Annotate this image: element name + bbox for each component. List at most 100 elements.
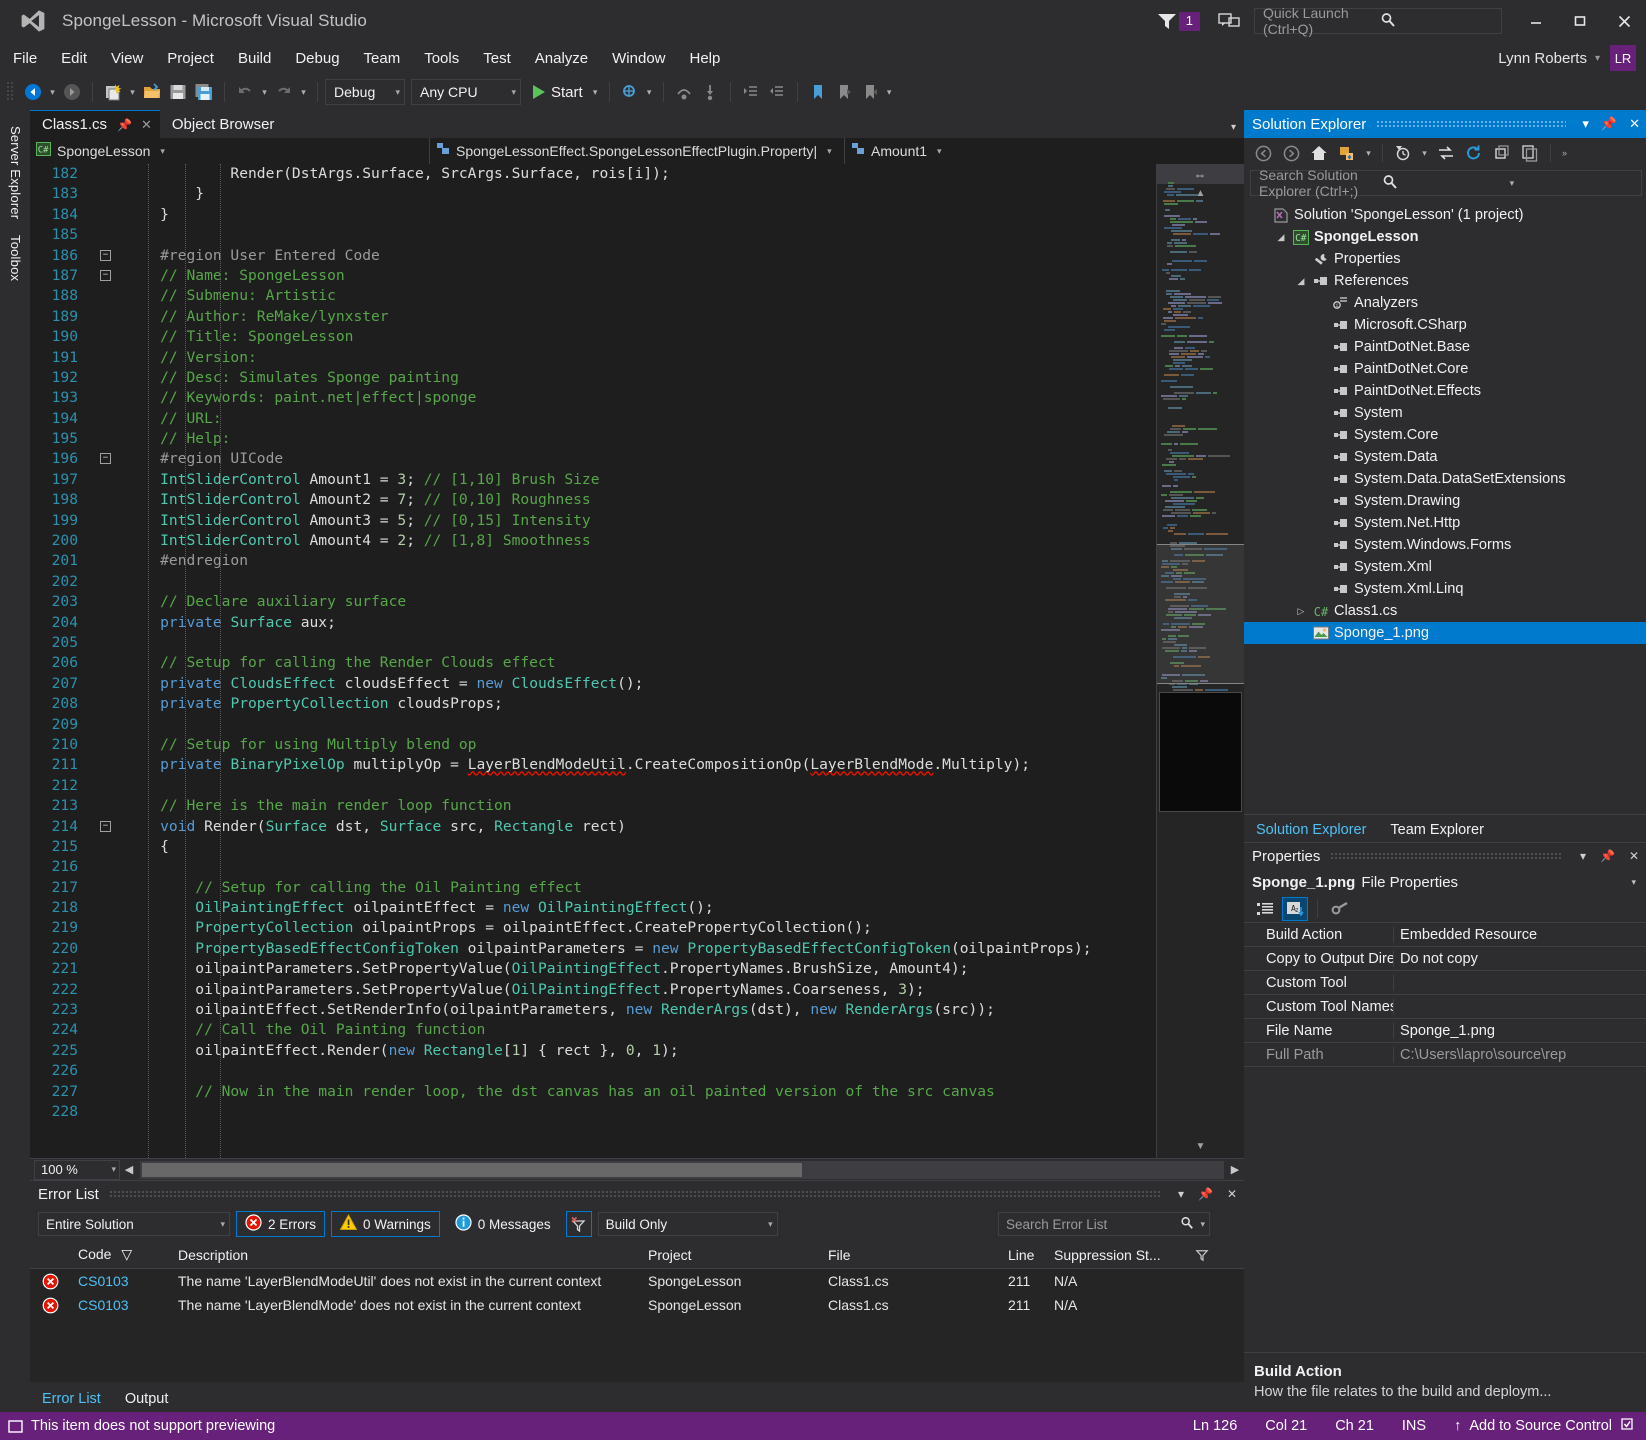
chevron-down-icon[interactable]: ▾ [1573, 849, 1593, 863]
menu-team[interactable]: Team [353, 46, 412, 71]
sort-descending-icon[interactable]: ▽ [115, 1246, 132, 1262]
code-line[interactable]: 191 // Version: [30, 348, 1156, 368]
code-line[interactable]: 222 oilpaintParameters.SetPropertyValue(… [30, 980, 1156, 1000]
configuration-selector[interactable]: Debug ▾ [325, 79, 405, 105]
tab-solution-explorer[interactable]: Solution Explorer [1244, 818, 1378, 842]
code-line[interactable]: 184 } [30, 205, 1156, 225]
col-header-description[interactable]: Description [170, 1247, 640, 1263]
editor-tab-object-browser[interactable]: Object Browser [160, 110, 283, 138]
refresh-icon[interactable] [1461, 141, 1487, 165]
menu-test[interactable]: Test [472, 46, 522, 71]
scroll-left-arrow-icon[interactable]: ◀ [120, 1163, 138, 1176]
navigate-back-icon[interactable] [20, 79, 46, 105]
menu-help[interactable]: Help [679, 46, 732, 71]
redo-icon[interactable] [271, 79, 297, 105]
solution-tree-item[interactable]: Sponge_1.png [1244, 622, 1646, 644]
tab-error-list[interactable]: Error List [30, 1386, 113, 1412]
source-control-area[interactable]: ↑ Add to Source Control [1454, 1417, 1646, 1435]
messages-toggle-button[interactable]: 0 Messages [446, 1211, 560, 1237]
collapse-all-icon[interactable] [1489, 141, 1515, 165]
scroll-down-arrow-icon[interactable]: ▼ [1196, 1141, 1206, 1152]
maximize-button[interactable] [1558, 0, 1602, 42]
code-line[interactable]: 223 oilpaintEffect.SetRenderInfo(oilpain… [30, 1000, 1156, 1020]
code-line[interactable]: 183 } [30, 184, 1156, 204]
property-value[interactable]: Embedded Resource [1394, 927, 1646, 943]
solution-tree-item[interactable]: i Analyzers [1244, 292, 1646, 314]
solution-tree-item[interactable]: PaintDotNet.Effects [1244, 380, 1646, 402]
collapse-region-icon[interactable]: − [100, 249, 111, 261]
solution-tree-item[interactable]: System.Data.DataSetExtensions [1244, 468, 1646, 490]
editor-tab-class1[interactable]: Class1.cs 📌 ✕ [30, 110, 160, 138]
open-file-icon[interactable] [139, 79, 165, 105]
scroll-right-arrow-icon[interactable]: ▶ [1226, 1163, 1244, 1176]
step-into-icon[interactable] [697, 79, 723, 105]
property-row[interactable]: Custom Tool Namesp [1244, 995, 1646, 1019]
code-line[interactable]: 215 { [30, 837, 1156, 857]
code-line[interactable]: 185 [30, 225, 1156, 245]
search-dropdown-icon[interactable]: ▾ [1506, 178, 1637, 189]
solution-tree-item[interactable]: System.Xml.Linq [1244, 578, 1646, 600]
chevron-down-icon[interactable]: ▾ [1595, 53, 1600, 64]
quick-launch-input[interactable]: Quick Launch (Ctrl+Q) [1254, 5, 1502, 37]
errors-toggle-button[interactable]: 2 Errors [236, 1211, 326, 1237]
chevron-down-icon[interactable]: ▾ [758, 1219, 773, 1230]
filter-dropdown-icon[interactable]: ▾ [1362, 140, 1375, 166]
toolbar-grip[interactable] [6, 81, 16, 103]
collapse-region-icon[interactable]: − [100, 820, 111, 832]
code-line[interactable]: 186 − #region User Entered Code [30, 246, 1156, 266]
solution-tree-item[interactable]: System.Drawing [1244, 490, 1646, 512]
code-map-viewport[interactable] [1157, 544, 1244, 684]
property-row[interactable]: Build Action Embedded Resource [1244, 923, 1646, 947]
code-line[interactable]: 221 oilpaintParameters.SetPropertyValue(… [30, 959, 1156, 979]
step-over-icon[interactable] [671, 79, 697, 105]
error-list-row[interactable]: CS0103 The name 'LayerBlendModeUtil' does… [30, 1269, 1244, 1293]
save-all-icon[interactable] [191, 79, 217, 105]
chevron-down-icon[interactable]: ▾ [1631, 877, 1636, 888]
code-line[interactable]: 202 [30, 572, 1156, 592]
toolbar-overflow-icon[interactable]: » [1558, 140, 1571, 166]
code-line[interactable]: 218 OilPaintingEffect oilpaintEffect = n… [30, 898, 1156, 918]
code-line[interactable]: 200 IntSliderControl Amount4 = 2; // [1,… [30, 531, 1156, 551]
pin-icon[interactable]: 📌 [1593, 849, 1622, 863]
code-line[interactable]: 212 [30, 776, 1156, 796]
chevron-down-icon[interactable]: ▾ [395, 87, 400, 98]
attach-to-process-icon[interactable] [617, 79, 643, 105]
solution-tree[interactable]: Solution 'SpongeLesson' (1 project) ◢ C# Sp… [1244, 200, 1646, 814]
code-line[interactable]: 194 // URL: [30, 409, 1156, 429]
menu-file[interactable]: File [2, 46, 48, 71]
property-row[interactable]: Custom Tool [1244, 971, 1646, 995]
notification-funnel-icon[interactable] [1156, 11, 1178, 31]
rail-toolbox[interactable]: Toolbox [5, 227, 25, 289]
account-area[interactable]: Lynn Roberts ▾ LR [1498, 42, 1636, 74]
code-line[interactable]: 201 #endregion [30, 551, 1156, 571]
property-value[interactable]: Do not copy [1394, 951, 1646, 967]
editor-split-handle[interactable]: ⇔ [1156, 164, 1244, 184]
chevron-down-icon[interactable]: ▾ [160, 146, 165, 157]
close-icon[interactable]: ✕ [141, 117, 152, 133]
col-header-code[interactable]: Code ▽ [70, 1246, 170, 1263]
error-code-link[interactable]: CS0103 [70, 1297, 170, 1313]
menu-build[interactable]: Build [227, 46, 282, 71]
collapse-region-icon[interactable]: − [100, 453, 111, 465]
chevron-down-icon[interactable]: ▾ [937, 146, 942, 157]
code-line[interactable]: 182 Render(DstArgs.Surface, SrcArgs.Surf… [30, 164, 1156, 184]
hscroll-track[interactable] [140, 1160, 1224, 1179]
navigate-forward-icon[interactable] [59, 79, 85, 105]
menu-window[interactable]: Window [601, 46, 676, 71]
prev-bookmark-icon[interactable] [831, 79, 857, 105]
code-line[interactable]: 199 IntSliderControl Amount3 = 5; // [0,… [30, 511, 1156, 531]
solution-tree-item[interactable]: PaintDotNet.Base [1244, 336, 1646, 358]
code-line[interactable]: 227 // Now in the main render loop, the … [30, 1082, 1156, 1102]
undo-dropdown-icon[interactable]: ▾ [258, 79, 271, 105]
property-row[interactable]: Copy to Output Dire· Do not copy [1244, 947, 1646, 971]
tree-expander-icon[interactable]: ◢ [1272, 232, 1290, 243]
chevron-down-icon[interactable]: ▾ [210, 1219, 225, 1230]
alphabetical-icon[interactable]: Az [1282, 896, 1308, 921]
menu-tools[interactable]: Tools [413, 46, 470, 71]
code-line[interactable]: 189 // Author: ReMake/lynxster [30, 307, 1156, 327]
solution-tree-item[interactable]: System.Windows.Forms [1244, 534, 1646, 556]
code-line[interactable]: 190 // Title: SpongeLesson [30, 327, 1156, 347]
code-line[interactable]: 206 // Setup for calling the Render Clou… [30, 653, 1156, 673]
pin-icon[interactable]: 📌 [117, 118, 132, 132]
search-icon[interactable] [1380, 12, 1497, 31]
